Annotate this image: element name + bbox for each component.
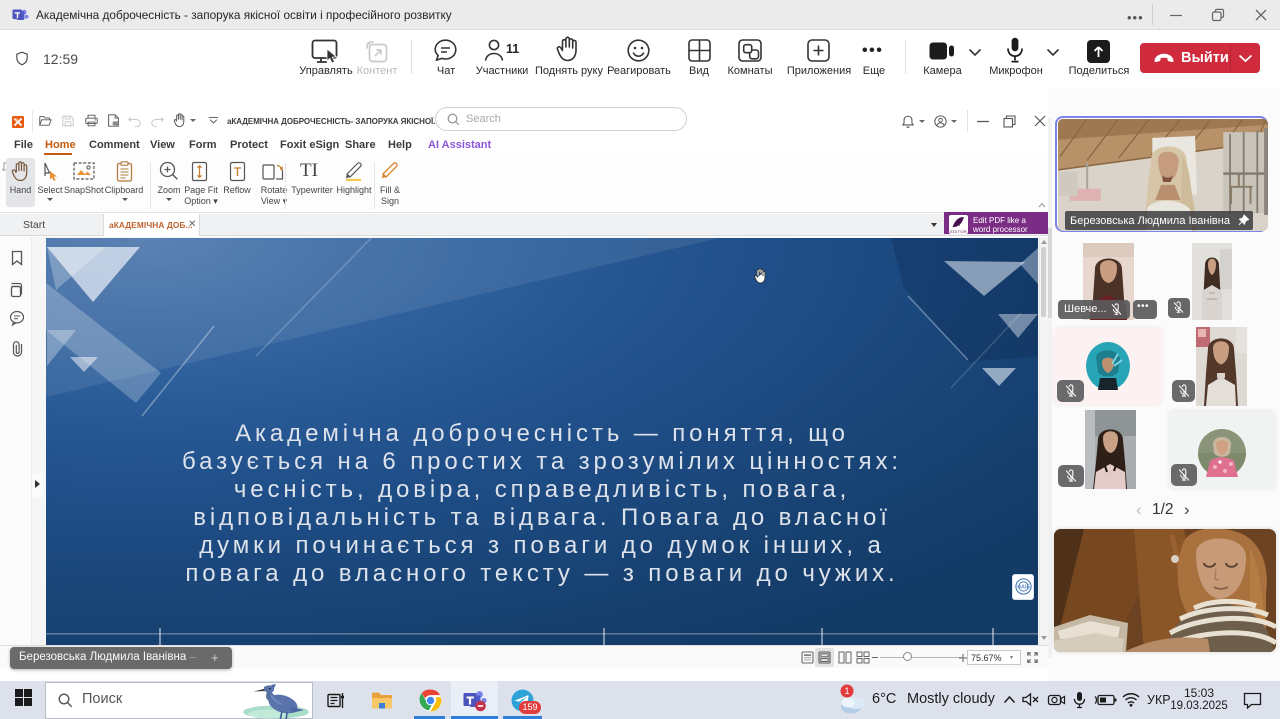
svg-text:1: 1 [844,686,849,696]
